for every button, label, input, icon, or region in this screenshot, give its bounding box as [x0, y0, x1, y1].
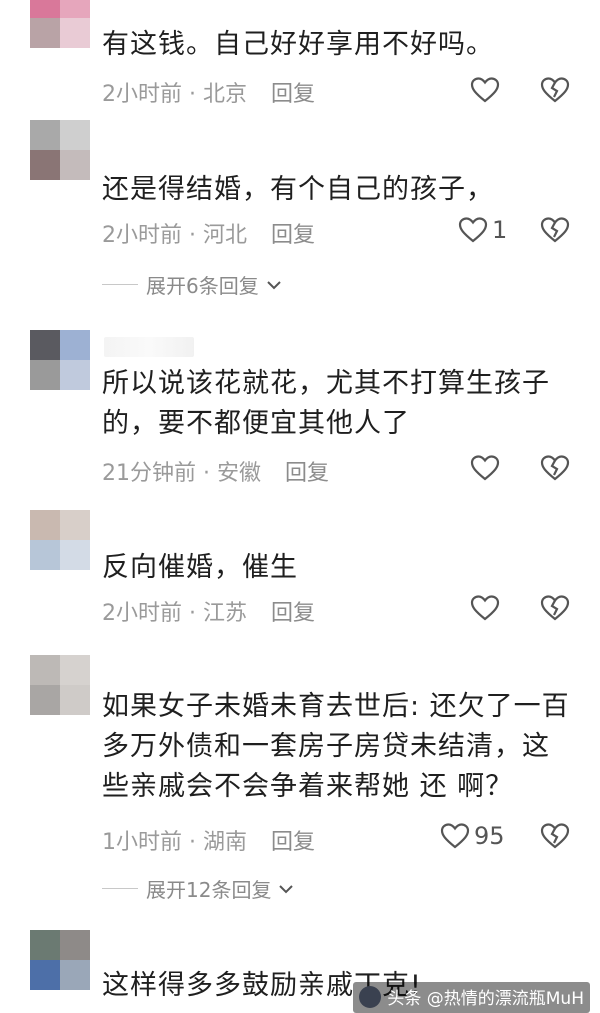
comment-text: 反向催婚，催生	[102, 552, 298, 583]
username-blurred	[104, 337, 194, 357]
comment-time: 1小时前 · 湖南	[102, 830, 248, 855]
avatar[interactable]	[30, 655, 90, 715]
like-count: 95	[474, 822, 505, 850]
avatar[interactable]	[30, 510, 90, 570]
like-button[interactable]	[470, 76, 500, 104]
reply-button[interactable]: 回复	[271, 217, 315, 249]
divider	[102, 284, 138, 285]
comment-meta: 2小时前 · 北京 回复	[102, 76, 315, 108]
avatar[interactable]	[30, 330, 90, 390]
watermark-text: 头条 @热情的漂流瓶MuH	[387, 989, 584, 1009]
expand-replies-button[interactable]: 展开12条回复	[102, 874, 294, 903]
broken-heart-icon	[540, 595, 570, 621]
comment-time: 2小时前 · 江苏	[102, 601, 248, 626]
comment-text: 如果女子未婚未育去世后: 还欠了一百多万外债和一套房子房贷未结清，这些亲戚会不会…	[102, 691, 570, 802]
like-count: 1	[492, 216, 508, 244]
avatar[interactable]	[30, 120, 90, 180]
heart-outline-icon	[470, 77, 500, 103]
comment-text: 还是得结婚，有个自己的孩子，	[102, 174, 494, 205]
expand-replies-button[interactable]: 展开6条回复	[102, 270, 281, 299]
expand-replies-label: 展开12条回复	[146, 878, 272, 902]
comment-text: 有这钱。自己好好享用不好吗。	[102, 29, 494, 60]
reply-button[interactable]: 回复	[285, 455, 329, 487]
like-button[interactable]: 1	[458, 216, 507, 244]
like-button[interactable]	[470, 454, 500, 482]
reply-button[interactable]: 回复	[271, 76, 315, 108]
comment-meta: 1小时前 · 湖南 回复	[102, 824, 315, 856]
comment-time: 2小时前 · 北京	[102, 82, 248, 107]
divider	[102, 888, 138, 889]
broken-heart-icon	[540, 823, 570, 849]
chevron-down-icon	[279, 884, 294, 893]
reply-button[interactable]: 回复	[271, 824, 315, 856]
comment-meta: 2小时前 · 河北 回复	[102, 217, 315, 249]
reply-button[interactable]: 回复	[271, 595, 315, 627]
expand-replies-label: 展开6条回复	[146, 274, 259, 298]
heart-outline-icon	[440, 823, 470, 849]
dislike-button[interactable]	[540, 454, 570, 482]
dislike-button[interactable]	[540, 594, 570, 622]
comment-time: 2小时前 · 河北	[102, 223, 248, 248]
comment-text: 所以说该花就花，尤其不打算生孩子的，要不都便宜其他人了	[102, 368, 550, 439]
chevron-down-icon	[267, 280, 281, 289]
dislike-button[interactable]	[540, 822, 570, 850]
heart-outline-icon	[458, 217, 488, 243]
heart-outline-icon	[470, 455, 500, 481]
dislike-button[interactable]	[540, 76, 570, 104]
comment-meta: 2小时前 · 江苏 回复	[102, 595, 315, 627]
broken-heart-icon	[540, 217, 570, 243]
like-button[interactable]	[470, 594, 500, 622]
avatar[interactable]	[30, 0, 90, 48]
comment-time: 21分钟前 · 安徽	[102, 461, 262, 486]
heart-outline-icon	[470, 595, 500, 621]
broken-heart-icon	[540, 77, 570, 103]
avatar[interactable]	[30, 930, 90, 990]
comment-meta: 21分钟前 · 安徽 回复	[102, 455, 329, 487]
like-button[interactable]: 95	[440, 822, 505, 850]
avatar-logo-icon	[359, 985, 382, 1008]
broken-heart-icon	[540, 455, 570, 481]
watermark: 头条 @热情的漂流瓶MuH	[353, 982, 590, 1013]
dislike-button[interactable]	[540, 216, 570, 244]
